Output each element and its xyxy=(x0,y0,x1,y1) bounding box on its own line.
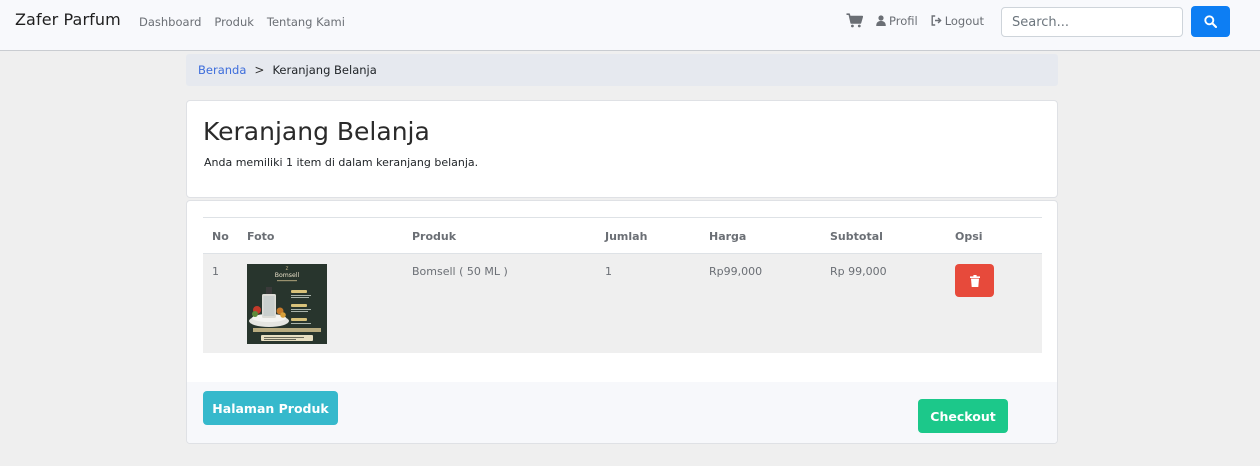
product-quantity: 1 xyxy=(605,265,612,278)
logout-link[interactable]: Logout xyxy=(931,14,984,28)
column-header-subtotal: Subtotal xyxy=(830,230,883,243)
nav-links: Dashboard Produk Tentang Kami xyxy=(139,15,345,29)
product-price: Rp99,000 xyxy=(709,265,763,278)
product-page-button[interactable]: Halaman Produk xyxy=(203,391,338,425)
checkout-button[interactable]: Checkout xyxy=(918,399,1008,433)
column-header-opsi: Opsi xyxy=(955,230,983,243)
user-icon xyxy=(876,15,886,26)
nav-link-tentang-kami[interactable]: Tentang Kami xyxy=(267,15,345,29)
breadcrumb: Beranda > Keranjang Belanja xyxy=(186,54,1058,86)
logout-label: Logout xyxy=(944,13,985,28)
column-header-no: No xyxy=(212,230,229,243)
profile-label: Profil xyxy=(889,13,918,28)
cart-link[interactable] xyxy=(846,13,863,28)
top-navbar: Zafer Parfum Dashboard Produk Tentang Ka… xyxy=(0,0,1260,51)
cart-icon xyxy=(846,13,863,28)
search-icon xyxy=(1204,15,1217,28)
search-button[interactable] xyxy=(1191,6,1230,37)
page-title: Keranjang Belanja xyxy=(203,117,430,146)
profile-link[interactable]: Profil xyxy=(876,14,918,28)
table-row: 1 Z Bomsell Bomsell (50 ML) 1 Rp99,000… xyxy=(203,254,1042,353)
row-number: 1 xyxy=(212,265,219,278)
brand-logo[interactable]: Zafer Parfum xyxy=(15,10,121,29)
column-header-harga: Harga xyxy=(709,230,747,243)
nav-link-produk[interactable]: Produk xyxy=(214,15,254,29)
column-header-jumlah: Jumlah xyxy=(605,230,648,243)
delete-item-button[interactable] xyxy=(955,264,994,297)
cart-table: No Foto Produk Jumlah Harga Subtotal Ops… xyxy=(203,217,1042,353)
breadcrumb-separator: > xyxy=(254,63,265,77)
product-photo-label: Bomsell xyxy=(275,272,300,279)
cart-item-count-text: Anda memiliki 1 item di dalam keranjang … xyxy=(204,156,479,169)
column-header-foto: Foto xyxy=(247,230,275,243)
product-subtotal: Rp 99,000 xyxy=(830,265,887,278)
breadcrumb-home[interactable]: Beranda xyxy=(198,63,246,77)
nav-link-dashboard[interactable]: Dashboard xyxy=(139,15,201,29)
nav-right: Profil Logout xyxy=(846,13,984,28)
cart-table-card: No Foto Produk Jumlah Harga Subtotal Ops… xyxy=(186,200,1058,444)
column-header-produk: Produk xyxy=(412,230,457,243)
cart-footer: Halaman Produk Checkout xyxy=(187,382,1057,443)
breadcrumb-current: Keranjang Belanja xyxy=(272,63,377,77)
product-name: Bomsell ( 50 ML ) xyxy=(412,265,508,278)
table-header: No Foto Produk Jumlah Harga Subtotal Ops… xyxy=(203,217,1042,254)
trash-icon xyxy=(969,274,980,287)
search-input[interactable] xyxy=(1001,7,1183,37)
svg-text:Z: Z xyxy=(286,266,289,271)
product-photo-art: Z Bomsell xyxy=(247,264,327,344)
logout-icon xyxy=(931,15,942,26)
cart-header-card: Keranjang Belanja Anda memiliki 1 item d… xyxy=(186,100,1058,198)
product-photo: Z Bomsell xyxy=(247,264,327,344)
